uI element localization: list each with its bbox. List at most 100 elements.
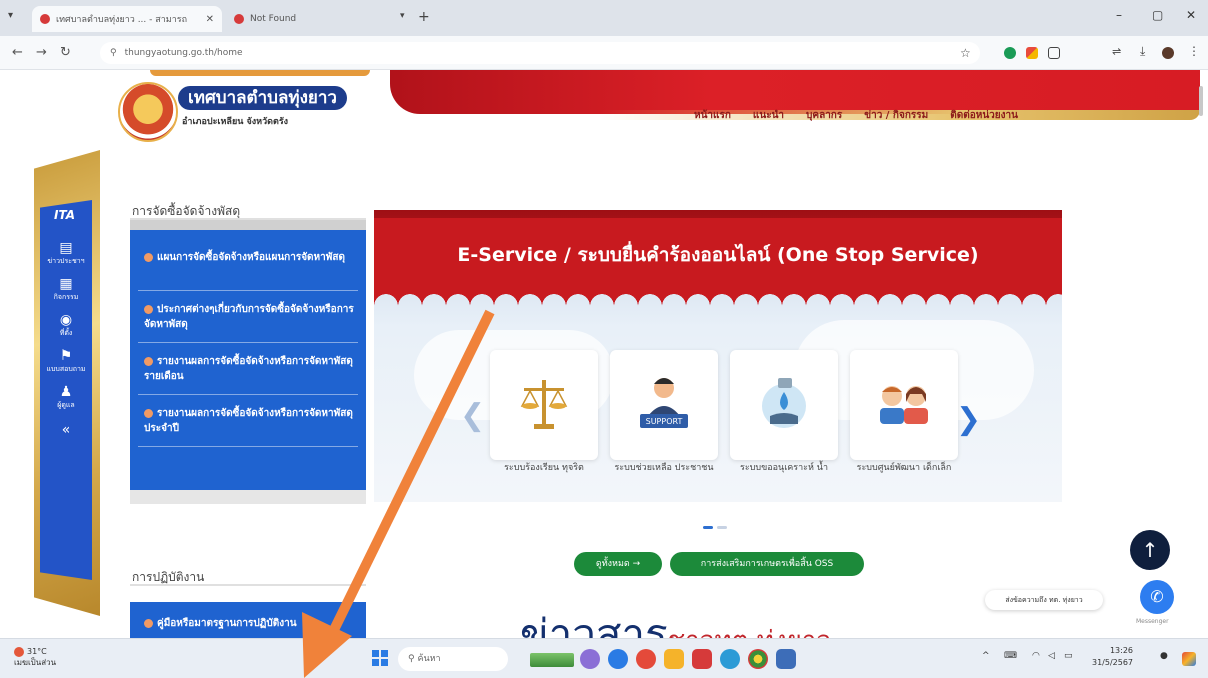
procurement-link-plan[interactable]: แผนการจัดซื้อจัดจ้างหรือแผนการจัดหาพัสดุ xyxy=(144,250,354,265)
carousel-prev-icon[interactable]: ❮ xyxy=(460,398,485,433)
nav-home[interactable]: หน้าแรก xyxy=(694,108,731,123)
close-window-button[interactable]: ✕ xyxy=(1186,8,1196,22)
browser-tab-active[interactable]: เทศบาลตำบลทุ่งยาว ... - สามารถ ✕ xyxy=(32,6,222,32)
download-icon[interactable]: ⤓ xyxy=(1140,44,1145,58)
battery-icon[interactable]: ▭ xyxy=(1064,651,1073,661)
start-menu-icon[interactable] xyxy=(372,650,388,666)
operations-link-manual[interactable]: คู่มือหรือมาตรฐานการปฏิบัติงาน xyxy=(144,616,354,631)
nav-contact[interactable]: ติดต่อหน่วยงาน xyxy=(950,108,1018,123)
messenger-icon[interactable]: ✆ xyxy=(1140,580,1174,614)
copilot-icon[interactable] xyxy=(1182,652,1196,666)
taskbar-app-icon[interactable] xyxy=(580,649,600,669)
reload-icon[interactable]: ↻ xyxy=(60,45,71,60)
taskbar-app-icon[interactable] xyxy=(692,649,712,669)
eservice-card-childcare[interactable] xyxy=(850,350,958,460)
site-favicon-icon xyxy=(40,14,50,24)
edge-browser-icon[interactable] xyxy=(720,649,740,669)
eservice-card-label[interactable]: ระบบช่วยเหลือ ประชาชน xyxy=(610,462,718,475)
messenger-label: Messenger xyxy=(1136,618,1169,625)
support-badge: SUPPORT xyxy=(646,417,683,426)
ita-calendar-button[interactable]: ▦ กิจกรรม xyxy=(46,276,86,303)
clock-date: 31/5/2567 xyxy=(1092,658,1134,667)
scroll-to-top-button[interactable]: ↑ xyxy=(1130,530,1170,570)
nav-news[interactable]: ข่าว / กิจกรรม xyxy=(864,108,928,123)
weather-widget[interactable]: 31°C เมฆเป็นส่วน xyxy=(14,646,56,668)
carousel-indicators xyxy=(703,526,727,529)
procurement-list: แผนการจัดซื้อจัดจ้างหรือแผนการจัดหาพัสดุ… xyxy=(130,220,366,502)
nav-staff[interactable]: บุคลากร xyxy=(806,108,842,123)
chrome-browser-icon[interactable] xyxy=(748,649,768,669)
eservice-card-support[interactable]: SUPPORT xyxy=(610,350,718,460)
eservice-card-label[interactable]: ระบบขออนุเคราะห์ น้ำ xyxy=(730,462,838,475)
taskbar-search[interactable]: ⚲ ค้นหา xyxy=(398,647,508,671)
procurement-link-announcements[interactable]: ประกาศต่างๆเกี่ยวกับการจัดซื้อจัดจ้างหรื… xyxy=(144,302,354,332)
weather-icon xyxy=(14,646,24,657)
tab-menu-icon[interactable]: ▾ xyxy=(8,10,13,21)
eservice-title: E-Service / ระบบยื่นคำร้องออนไลน์ (One S… xyxy=(457,244,979,266)
list-separator xyxy=(138,446,358,447)
tab-search-icon[interactable]: ▾ xyxy=(400,11,405,21)
site-title[interactable]: เทศบาลตำบลทุ่งยาว xyxy=(178,86,347,110)
ita-news-button[interactable]: ▤ ข่าวประชาฯ xyxy=(46,240,86,267)
person-icon: ♟ xyxy=(59,384,73,400)
site-info-icon[interactable]: ⚲ xyxy=(110,48,117,58)
municipality-logo[interactable] xyxy=(118,82,178,142)
widget-landscape-icon[interactable] xyxy=(530,653,574,667)
procurement-link-yearly[interactable]: รายงานผลการจัดซื้อจัดจ้างหรือการจัดหาพัส… xyxy=(144,406,354,436)
ita-item-label: ข่าวประชาฯ xyxy=(47,257,85,265)
bullet-icon xyxy=(144,408,153,418)
extension-icon[interactable] xyxy=(1026,47,1038,59)
tray-chevron-icon[interactable]: ^ xyxy=(982,651,990,661)
new-tab-button[interactable]: + xyxy=(418,9,430,25)
eservice-card-complaint[interactable] xyxy=(490,350,598,460)
eservice-card-label[interactable]: ระบบศูนย์พัฒนา เด็กเล็ก xyxy=(850,462,958,475)
taskbar-app-icon[interactable] xyxy=(636,649,656,669)
tab-close-icon[interactable]: ✕ xyxy=(206,14,214,25)
taskbar-app-icon[interactable] xyxy=(776,649,796,669)
browser-tab-inactive[interactable]: Not Found xyxy=(226,6,376,32)
ita-location-button[interactable]: ◉ ที่ตั้ง xyxy=(46,312,86,339)
ita-survey-button[interactable]: ⚑ แบบสอบถาม xyxy=(46,348,86,375)
ita-item-label: ผู้ดูแล xyxy=(57,401,75,409)
page-scrollbar[interactable] xyxy=(1199,86,1203,116)
profile-avatar[interactable] xyxy=(1162,47,1174,59)
extensions-puzzle-icon[interactable] xyxy=(1048,47,1060,59)
address-bar[interactable]: ⚲ thungyaotung.go.th/home xyxy=(100,42,980,64)
list-item-text: รายงานผลการจัดซื้อจัดจ้างหรือการจัดหาพัส… xyxy=(144,408,353,434)
taskbar-app-icon[interactable] xyxy=(608,649,628,669)
flag-icon: ⚑ xyxy=(59,348,73,364)
procurement-link-monthly[interactable]: รายงานผลการจัดซื้อจัดจ้างหรือการจัดหาพัส… xyxy=(144,354,354,384)
carousel-dot[interactable] xyxy=(717,526,727,529)
eservice-card-label[interactable]: ระบบร้องเรียน ทุจริต xyxy=(490,462,598,475)
bullet-icon xyxy=(144,618,153,628)
back-icon[interactable]: ← xyxy=(12,45,23,60)
volume-icon[interactable]: ◁ xyxy=(1048,651,1055,661)
tab-title: เทศบาลตำบลทุ่งยาว ... - สามารถ xyxy=(56,15,188,25)
carousel-next-icon[interactable]: ❯ xyxy=(956,402,981,437)
bookmark-star-icon[interactable]: ☆ xyxy=(960,46,971,60)
chat-prompt[interactable]: ส่งข้อความถึง ทต. ทุ่งยาว xyxy=(985,590,1103,610)
nav-about[interactable]: แนะนำ xyxy=(753,108,784,123)
oss-promotion-button[interactable]: การส่งเสริมการเกษตรเพื่อสิ้น OSS xyxy=(670,552,864,576)
ita-admin-button[interactable]: ♟ ผู้ดูแล xyxy=(46,384,86,411)
eservice-card-water[interactable] xyxy=(730,350,838,460)
carousel-dot[interactable] xyxy=(703,526,713,529)
ita-logo[interactable]: ITA xyxy=(54,208,75,222)
list-footer-bar xyxy=(130,490,366,504)
notification-bell-icon[interactable]: ● xyxy=(1160,651,1168,661)
wifi-icon[interactable]: ◠ xyxy=(1032,651,1040,661)
tray-app-icon[interactable]: ⌨ xyxy=(1004,651,1017,661)
file-explorer-icon[interactable] xyxy=(664,649,684,669)
taskbar-clock[interactable]: 13:26 31/5/2567 xyxy=(1092,645,1133,669)
browser-menu-icon[interactable]: ⋮ xyxy=(1188,44,1200,58)
media-icon[interactable]: ⇌ xyxy=(1112,45,1121,58)
ita-collapse-button[interactable]: « xyxy=(46,422,86,438)
news-heading: ข่าวสารชาวทต.ทุ่งยาว xyxy=(520,602,831,638)
view-all-button[interactable]: ดูทั้งหมด → xyxy=(574,552,662,576)
header-top-strip xyxy=(150,70,370,76)
list-item-text: รายงานผลการจัดซื้อจัดจ้างหรือการจัดหาพัส… xyxy=(144,356,353,382)
maximize-button[interactable]: ▢ xyxy=(1152,8,1163,22)
forward-icon[interactable]: → xyxy=(36,45,47,60)
extension-icon[interactable] xyxy=(1004,47,1016,59)
minimize-button[interactable]: – xyxy=(1116,8,1122,22)
